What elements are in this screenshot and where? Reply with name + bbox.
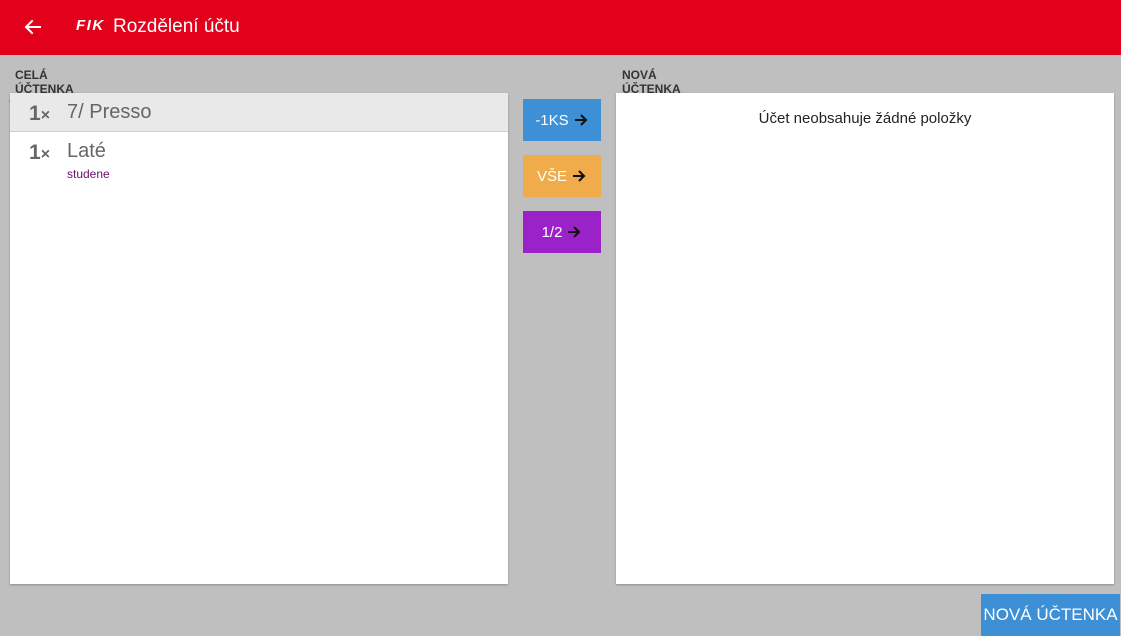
new-receipt-panel: Účet neobsahuje žádné položky	[616, 93, 1114, 584]
item-name: Laté	[67, 140, 106, 162]
list-item[interactable]: 1× Laté studene	[10, 132, 508, 188]
move-all-button[interactable]: VŠE	[523, 155, 601, 197]
list-item[interactable]: 1× 7/ Presso	[10, 93, 508, 132]
arrow-left-icon	[24, 19, 41, 35]
arrow-right-icon	[573, 170, 586, 182]
empty-state-message: Účet neobsahuje žádné položky	[758, 110, 972, 127]
move-one-button[interactable]: -1KS	[523, 99, 601, 141]
item-quantity: 1×	[29, 141, 51, 164]
move-half-button[interactable]: 1/2	[523, 211, 601, 253]
item-quantity: 1×	[29, 102, 51, 125]
item-note: studene	[67, 167, 110, 181]
arrow-right-icon	[568, 226, 581, 238]
arrow-right-icon	[574, 114, 588, 126]
item-name: 7/ Presso	[67, 101, 152, 123]
full-receipt-panel: 1× 7/ Presso 1× Laté studene	[10, 93, 508, 584]
brand-logo: FIK	[76, 17, 105, 34]
new-receipt-button[interactable]: NOVÁ ÚČTENKA	[981, 594, 1120, 636]
back-button[interactable]	[20, 13, 46, 41]
page-title: Rozdělení účtu	[113, 16, 240, 37]
top-app-bar: FIK Rozdělení účtu	[0, 0, 1121, 55]
app-root: FIK Rozdělení účtu CELÁ ÚČTENKA NOVÁ ÚČT…	[0, 0, 1121, 636]
